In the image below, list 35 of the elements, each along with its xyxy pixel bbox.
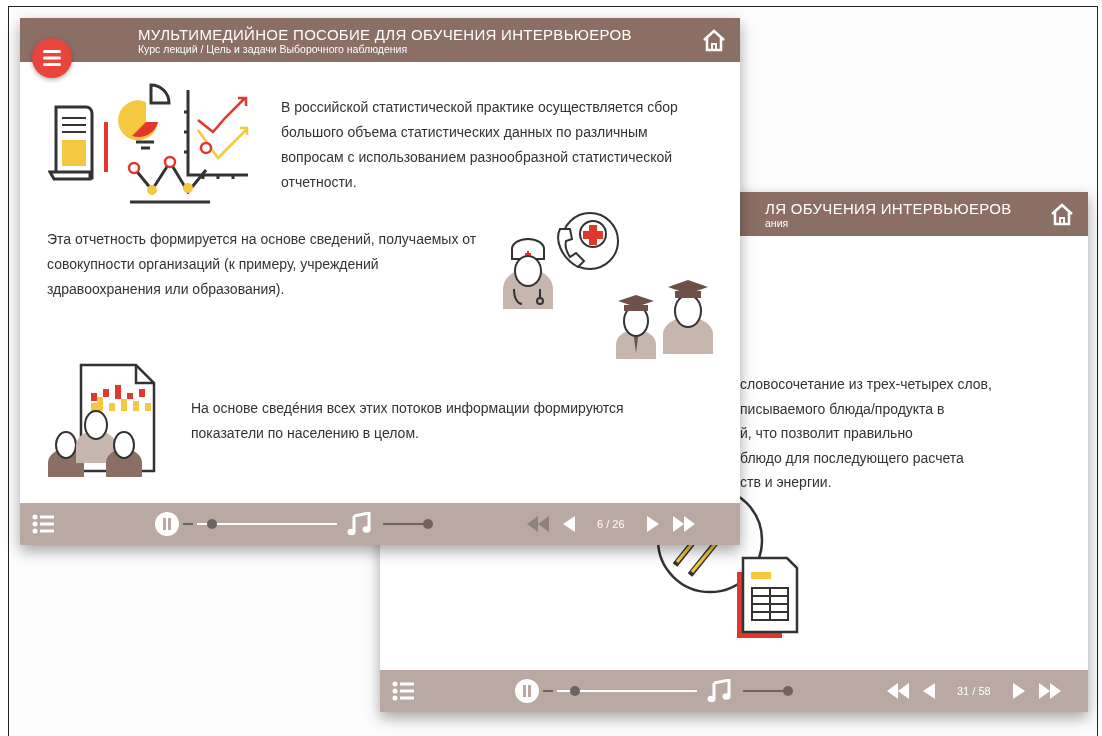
slider-thumb[interactable]	[570, 686, 580, 696]
home-icon[interactable]	[702, 28, 726, 52]
text-line: блюдо для последующего расчета	[740, 448, 965, 468]
pause-icon[interactable]	[155, 512, 179, 536]
next-icon[interactable]	[1012, 683, 1025, 699]
slider-thumb[interactable]	[783, 686, 793, 696]
previous-icon[interactable]	[923, 683, 935, 699]
home-icon[interactable]	[1050, 202, 1074, 226]
paragraph: Эта отчетность формируется на основе сведений, получаемых от совокупности организаций (к примеру, учреждений здравоохранения или образования).	[47, 229, 478, 299]
breadcrumb: ания	[765, 216, 790, 229]
window-title: МУЛЬТИМЕДИЙНОЕ ПОСОБИЕ ДЛЯ ОБУЧЕНИЯ ИНТЕРВЬЮЕРОВ	[138, 25, 633, 43]
menu-icon	[43, 50, 61, 66]
slider-thumb[interactable]	[423, 519, 433, 529]
text-line: словосочетание из трех-четырех слов,	[740, 375, 993, 394]
previous-icon[interactable]	[563, 516, 575, 532]
paragraph: На основе сведéния всех этих потоков информации формируются показатели по населению в целом.	[191, 398, 625, 443]
breadcrumb: Курс лекций / Цель и задачи Выборочного наблюдения	[138, 42, 409, 55]
next-icon[interactable]	[646, 516, 659, 532]
paragraph: В российской статистической практике осуществляется сбор большого объема статистических данных по различным вопросам с использованием разнообразной статистической отчетности.	[281, 97, 679, 192]
text-line: й, что позволит правильно	[740, 424, 914, 443]
list-icon[interactable]	[32, 514, 54, 534]
fast-forward-icon[interactable]	[1038, 683, 1061, 699]
window-title: ЛЯ ОБУЧЕНИЯ ИНТЕРВЬЮЕРОВ	[765, 199, 1013, 217]
text-line: ств и энергии.	[740, 473, 833, 492]
page-counter: 31 / 58	[957, 685, 991, 697]
page-counter: 6 / 26	[597, 518, 625, 530]
fast-forward-icon[interactable]	[672, 516, 695, 532]
list-icon[interactable]	[392, 681, 414, 701]
menu-button[interactable]	[32, 38, 72, 78]
music-note-icon[interactable]	[347, 512, 371, 536]
rewind-icon[interactable]	[887, 683, 909, 699]
pause-icon[interactable]	[515, 679, 539, 703]
text-line: писываемого блюда/продукта в	[740, 399, 946, 419]
slider-thumb[interactable]	[207, 519, 218, 529]
music-note-icon[interactable]	[707, 679, 731, 703]
